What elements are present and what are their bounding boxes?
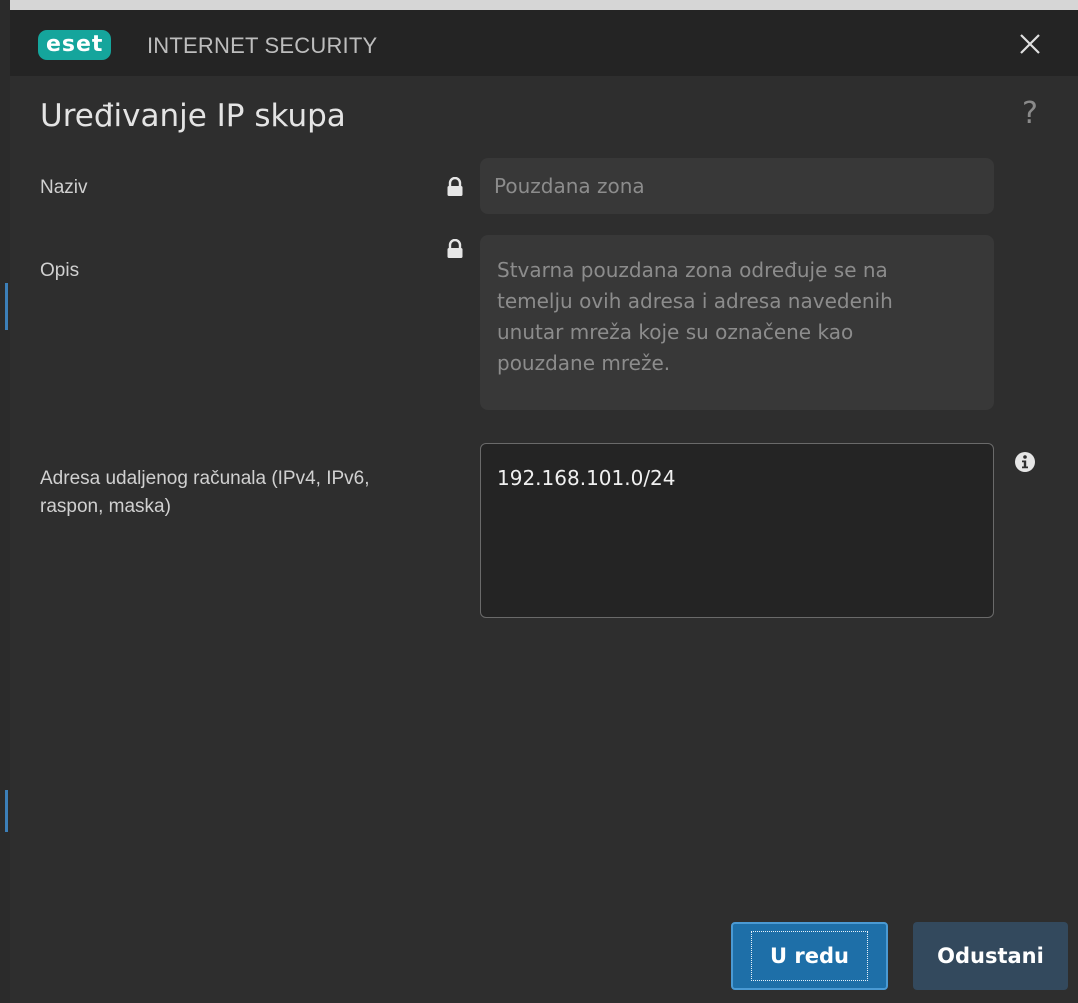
description-line: unutar mreža koje su označene kao [497, 320, 854, 344]
cancel-button[interactable]: Odustani [913, 922, 1068, 990]
title-bar: eset INTERNET SECURITY [10, 10, 1078, 76]
remote-address-label-line: raspon, maska) [40, 496, 171, 517]
ok-button[interactable]: U redu [731, 922, 888, 990]
lock-icon [447, 177, 463, 196]
close-button[interactable] [1008, 24, 1052, 64]
remote-address-input[interactable]: 192.168.101.0/24 [480, 443, 994, 618]
edit-ip-set-dialog: eset INTERNET SECURITY Uređivanje IP sku… [10, 10, 1078, 1003]
dialog-title: Uređivanje IP skupa [40, 98, 346, 134]
info-icon[interactable] [1014, 451, 1036, 473]
background-accent-mark [5, 283, 8, 330]
name-field[interactable]: Pouzdana zona [480, 158, 994, 214]
description-line: Stvarna pouzdana zona određuje se na [497, 258, 888, 282]
description-label: Opis [40, 260, 80, 281]
lock-icon [447, 239, 463, 258]
background-accent-mark [5, 790, 8, 832]
close-icon [1020, 34, 1040, 54]
ok-button-label: U redu [751, 931, 868, 981]
name-label: Naziv [40, 177, 88, 198]
product-name: INTERNET SECURITY [147, 33, 378, 58]
background-window-edge [0, 0, 10, 1003]
remote-address-label-line: Adresa udaljenog računala (IPv4, IPv6, [40, 468, 370, 489]
description-line: pouzdane mreže. [497, 351, 671, 375]
eset-logo: eset [38, 30, 112, 60]
help-icon[interactable]: ? [1022, 96, 1038, 131]
remote-address-label: Adresa udaljenog računala (IPv4, IPv6, r… [40, 465, 370, 521]
description-field[interactable]: Stvarna pouzdana zona određuje se na tem… [480, 235, 994, 410]
description-line: temelju ovih adresa i adresa navedenih [497, 289, 893, 313]
